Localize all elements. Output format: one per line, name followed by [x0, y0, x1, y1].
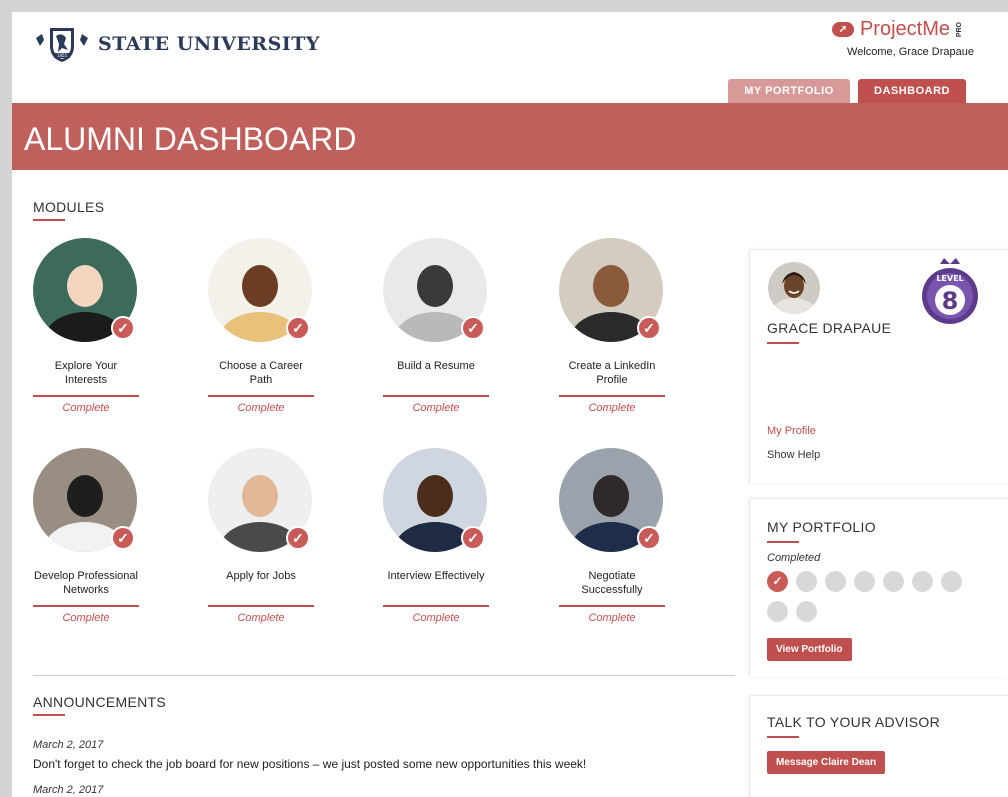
module-underline	[559, 605, 665, 607]
announcement-text: Don't forget to check the job board for …	[33, 757, 587, 771]
module-title[interactable]: Choose a Career Path	[208, 359, 314, 387]
module-status: Complete	[412, 612, 460, 624]
checkmark-icon: ✓	[111, 316, 135, 340]
advisor-card: TALK TO YOUR ADVISOR Message Claire Dean	[749, 695, 1008, 797]
module-status: Complete	[412, 402, 460, 414]
portfolio-card: MY PORTFOLIO Completed ✓ View Portfolio	[749, 498, 1008, 677]
module-title[interactable]: Apply for Jobs	[208, 569, 314, 583]
progress-dot-icon	[883, 571, 904, 592]
section-divider	[33, 675, 735, 676]
module-title[interactable]: Explore Your Interests	[33, 359, 139, 387]
module-underline	[33, 605, 139, 607]
profile-card: LEVEL 8 GRACE DRAPAUE My Profile Show He…	[749, 249, 1008, 483]
module-underline	[383, 395, 489, 397]
avatar[interactable]	[768, 262, 820, 314]
module-status: Complete	[588, 612, 636, 624]
module-title-line: Successfully	[581, 584, 643, 596]
progress-dot-icon	[767, 601, 788, 622]
level-badge-icon: LEVEL 8	[922, 258, 978, 324]
module-title[interactable]: Interview Effectively	[383, 569, 489, 583]
projectme-arrow-icon: ➚	[831, 22, 854, 37]
message-advisor-button[interactable]: Message Claire Dean	[767, 751, 886, 774]
brand-suffix: PRO	[956, 21, 963, 38]
progress-dot-icon	[796, 571, 817, 592]
checkmark-icon: ✓	[461, 526, 485, 550]
svg-text:8: 8	[942, 287, 959, 315]
module-title-line: Create a LinkedIn	[568, 360, 656, 372]
portfolio-title-rule	[767, 541, 799, 543]
announcements-heading-rule	[33, 714, 65, 716]
module-title-line: Develop Professional	[34, 570, 138, 582]
portfolio-title: MY PORTFOLIO	[767, 519, 876, 535]
module-title-line: Networks	[63, 584, 109, 596]
svg-text:LEVEL: LEVEL	[936, 274, 963, 283]
checkmark-icon: ✓	[637, 316, 661, 340]
module-title-line: Interests	[64, 374, 108, 386]
university-crest-icon: 1855	[36, 28, 88, 62]
checkmark-icon: ✓	[637, 526, 661, 550]
module-title[interactable]: Create a LinkedIn Profile	[559, 359, 665, 387]
projectme-logo[interactable]: ➚ ProjectMe PRO	[831, 18, 963, 41]
module-underline	[208, 395, 314, 397]
show-help-link[interactable]: Show Help	[767, 449, 820, 461]
university-logo[interactable]: 1855 STATE UNIVERSITY	[32, 24, 320, 64]
my-profile-link[interactable]: My Profile	[767, 425, 816, 437]
page-title: ALUMNI DASHBOARD	[24, 121, 357, 157]
module-title-line: Explore Your	[54, 360, 118, 372]
progress-dot-icon	[854, 571, 875, 592]
progress-dot-icon	[912, 571, 933, 592]
module-title-line: Profile	[596, 374, 628, 386]
university-name: STATE UNIVERSITY	[98, 33, 320, 55]
checkmark-icon: ✓	[461, 316, 485, 340]
module-title-line: Build a Resume	[397, 360, 475, 372]
module-status: Complete	[62, 612, 110, 624]
modules-heading-rule	[33, 219, 65, 221]
module-status: Complete	[237, 612, 285, 624]
advisor-title-rule	[767, 736, 799, 738]
announcement-date: March 2, 2017	[33, 739, 104, 751]
tab-bar: MY PORTFOLIO DASHBOARD	[728, 79, 966, 103]
tab-dashboard[interactable]: DASHBOARD	[858, 79, 966, 103]
module-title[interactable]: Build a Resume	[383, 359, 489, 373]
module-title-line: Choose a Career	[219, 360, 303, 372]
user-name: GRACE DRAPAUE	[767, 320, 892, 336]
user-photo-icon	[768, 262, 820, 314]
modules-heading: MODULES	[33, 199, 105, 215]
header: 1855 STATE UNIVERSITY ➚ ProjectMe PRO We…	[12, 12, 1008, 103]
welcome-text: Welcome, Grace Drapaue	[847, 46, 974, 58]
module-title-line: Path	[249, 374, 273, 386]
module-title[interactable]: Negotiate Successfully	[559, 569, 665, 597]
module-underline	[208, 605, 314, 607]
completed-label: Completed	[767, 552, 821, 564]
user-name-rule	[767, 342, 799, 344]
module-underline	[383, 605, 489, 607]
announcements-heading: ANNOUNCEMENTS	[33, 694, 167, 710]
checkmark-icon: ✓	[286, 526, 310, 550]
app-window: 1855 STATE UNIVERSITY ➚ ProjectMe PRO We…	[12, 12, 1008, 797]
page-banner: ALUMNI DASHBOARD	[12, 103, 1008, 170]
module-status: Complete	[237, 402, 285, 414]
progress-dot-icon	[825, 571, 846, 592]
module-title[interactable]: Develop Professional Networks	[33, 569, 139, 597]
announcement-date: March 2, 2017	[33, 784, 104, 796]
module-title-line: Negotiate	[588, 570, 636, 582]
progress-dot-icon	[941, 571, 962, 592]
brand-name: ProjectMe	[859, 18, 950, 40]
module-status: Complete	[62, 402, 110, 414]
tab-my-portfolio[interactable]: MY PORTFOLIO	[728, 79, 850, 103]
advisor-title: TALK TO YOUR ADVISOR	[767, 714, 941, 730]
module-underline	[559, 395, 665, 397]
module-underline	[33, 395, 139, 397]
checkmark-icon: ✓	[111, 526, 135, 550]
module-title-line: Apply for Jobs	[226, 570, 296, 582]
module-title-line: Interview Effectively	[387, 570, 485, 582]
progress-dot-completed-icon: ✓	[767, 571, 788, 592]
checkmark-icon: ✓	[286, 316, 310, 340]
progress-dot-icon	[796, 601, 817, 622]
view-portfolio-button[interactable]: View Portfolio	[767, 638, 852, 661]
module-status: Complete	[588, 402, 636, 414]
svg-text:1855: 1855	[57, 53, 68, 58]
